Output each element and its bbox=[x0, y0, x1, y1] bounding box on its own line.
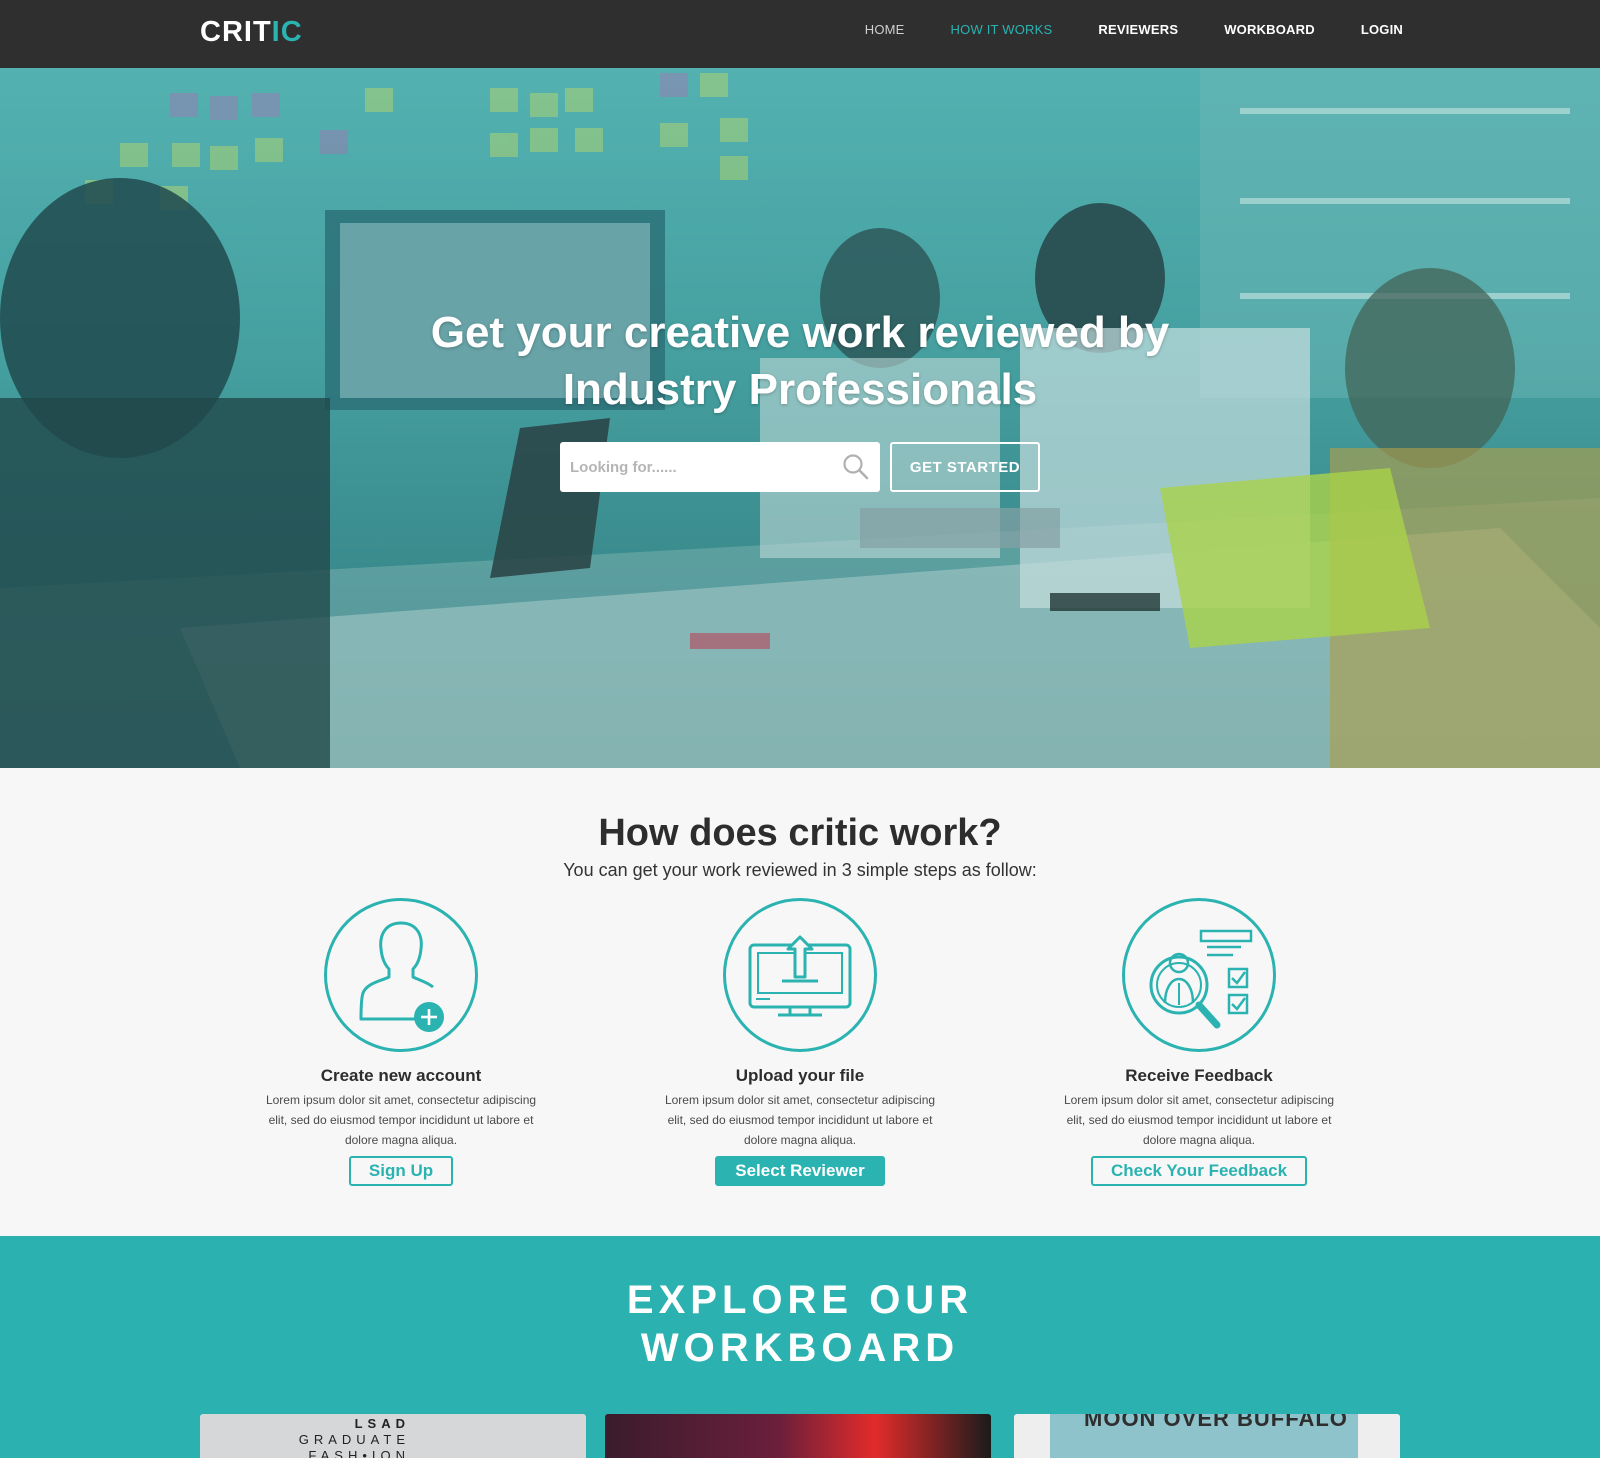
card-poster-line: LSAD bbox=[354, 1416, 410, 1431]
card-poster-text: LSAD GRADUATE FASH•ION bbox=[299, 1416, 410, 1458]
logo-accent: IC bbox=[271, 16, 303, 48]
card-poster-line: GRADUATE bbox=[298, 1432, 410, 1447]
step-description: Lorem ipsum dolor sit amet, consectetur … bbox=[664, 1093, 936, 1147]
nav-how-it-works[interactable]: HOW IT WORKS bbox=[951, 22, 1053, 37]
step-icon-ring bbox=[723, 898, 877, 1052]
step-icon-ring bbox=[1122, 898, 1276, 1052]
explore-title-line2: WORKBOARD bbox=[640, 1326, 960, 1370]
step-icon-ring bbox=[324, 898, 478, 1052]
hero-overlay bbox=[0, 68, 1600, 768]
workboard-card[interactable]: MOON OVER BUFFALO bbox=[1014, 1414, 1400, 1458]
step-title: Create new account bbox=[320, 1066, 482, 1085]
section-title: How does critic work? bbox=[598, 812, 1002, 854]
hero-title-line1: Get your creative work reviewed by bbox=[430, 308, 1170, 357]
hero-title: Get your creative work reviewed by Indus… bbox=[0, 304, 1600, 418]
search-box bbox=[560, 442, 880, 492]
logo[interactable]: CRITIC bbox=[200, 16, 303, 49]
hero-title-line2: Industry Professionals bbox=[562, 365, 1038, 414]
how-it-works-section: How does critic work? You can get your w… bbox=[0, 768, 1600, 1236]
hero: Get your creative work reviewed by Indus… bbox=[0, 68, 1600, 768]
explore-title-line1: EXPLORE OUR bbox=[626, 1278, 974, 1322]
explore-title: EXPLORE OUR WORKBOARD bbox=[0, 1276, 1600, 1372]
section-subtitle: You can get your work reviewed in 3 simp… bbox=[563, 860, 1037, 880]
card-poster-title: MOON OVER BUFFALO bbox=[1084, 1414, 1348, 1431]
sign-up-button[interactable]: Sign Up bbox=[348, 1156, 454, 1186]
logo-main: CRIT bbox=[200, 16, 272, 48]
card-poster-line: FASH•ION bbox=[308, 1448, 410, 1458]
select-reviewer-button[interactable]: Select Reviewer bbox=[715, 1156, 885, 1186]
check-feedback-button[interactable]: Check Your Feedback bbox=[1090, 1156, 1308, 1186]
step-create-account: Create new account Lorem ipsum dolor sit… bbox=[251, 898, 551, 1186]
nav-reviewers[interactable]: REVIEWERS bbox=[1098, 22, 1178, 37]
nav-home[interactable]: HOME bbox=[865, 22, 905, 37]
search-icon[interactable] bbox=[842, 453, 870, 481]
get-started-button[interactable]: GET STARTED bbox=[890, 442, 1040, 492]
step-title: Upload your file bbox=[735, 1066, 865, 1085]
upload-monitor-icon bbox=[748, 935, 852, 1017]
step-description: Lorem ipsum dolor sit amet, consectetur … bbox=[1063, 1093, 1335, 1147]
search-input[interactable] bbox=[570, 454, 830, 480]
nav-login[interactable]: LOGIN bbox=[1361, 22, 1403, 37]
step-title: Receive Feedback bbox=[1125, 1066, 1273, 1085]
review-checklist-icon bbox=[1149, 929, 1253, 1029]
step-description: Lorem ipsum dolor sit amet, consectetur … bbox=[265, 1093, 537, 1147]
nav-workboard[interactable]: WORKBOARD bbox=[1224, 22, 1315, 37]
workboard-card[interactable]: LSAD GRADUATE FASH•ION bbox=[200, 1414, 586, 1458]
step-upload-file: Upload your file Lorem ipsum dolor sit a… bbox=[650, 898, 950, 1186]
nav-links: HOME HOW IT WORKS REVIEWERS WORKBOARD LO… bbox=[865, 22, 1403, 37]
step-receive-feedback: Receive Feedback Lorem ipsum dolor sit a… bbox=[1049, 898, 1349, 1186]
add-user-icon bbox=[359, 921, 444, 1032]
workboard-card[interactable] bbox=[605, 1414, 991, 1458]
top-nav: CRITIC HOME HOW IT WORKS REVIEWERS WORKB… bbox=[0, 0, 1600, 68]
explore-section: EXPLORE OUR WORKBOARD LSAD GRADUATE FASH… bbox=[0, 1236, 1600, 1458]
